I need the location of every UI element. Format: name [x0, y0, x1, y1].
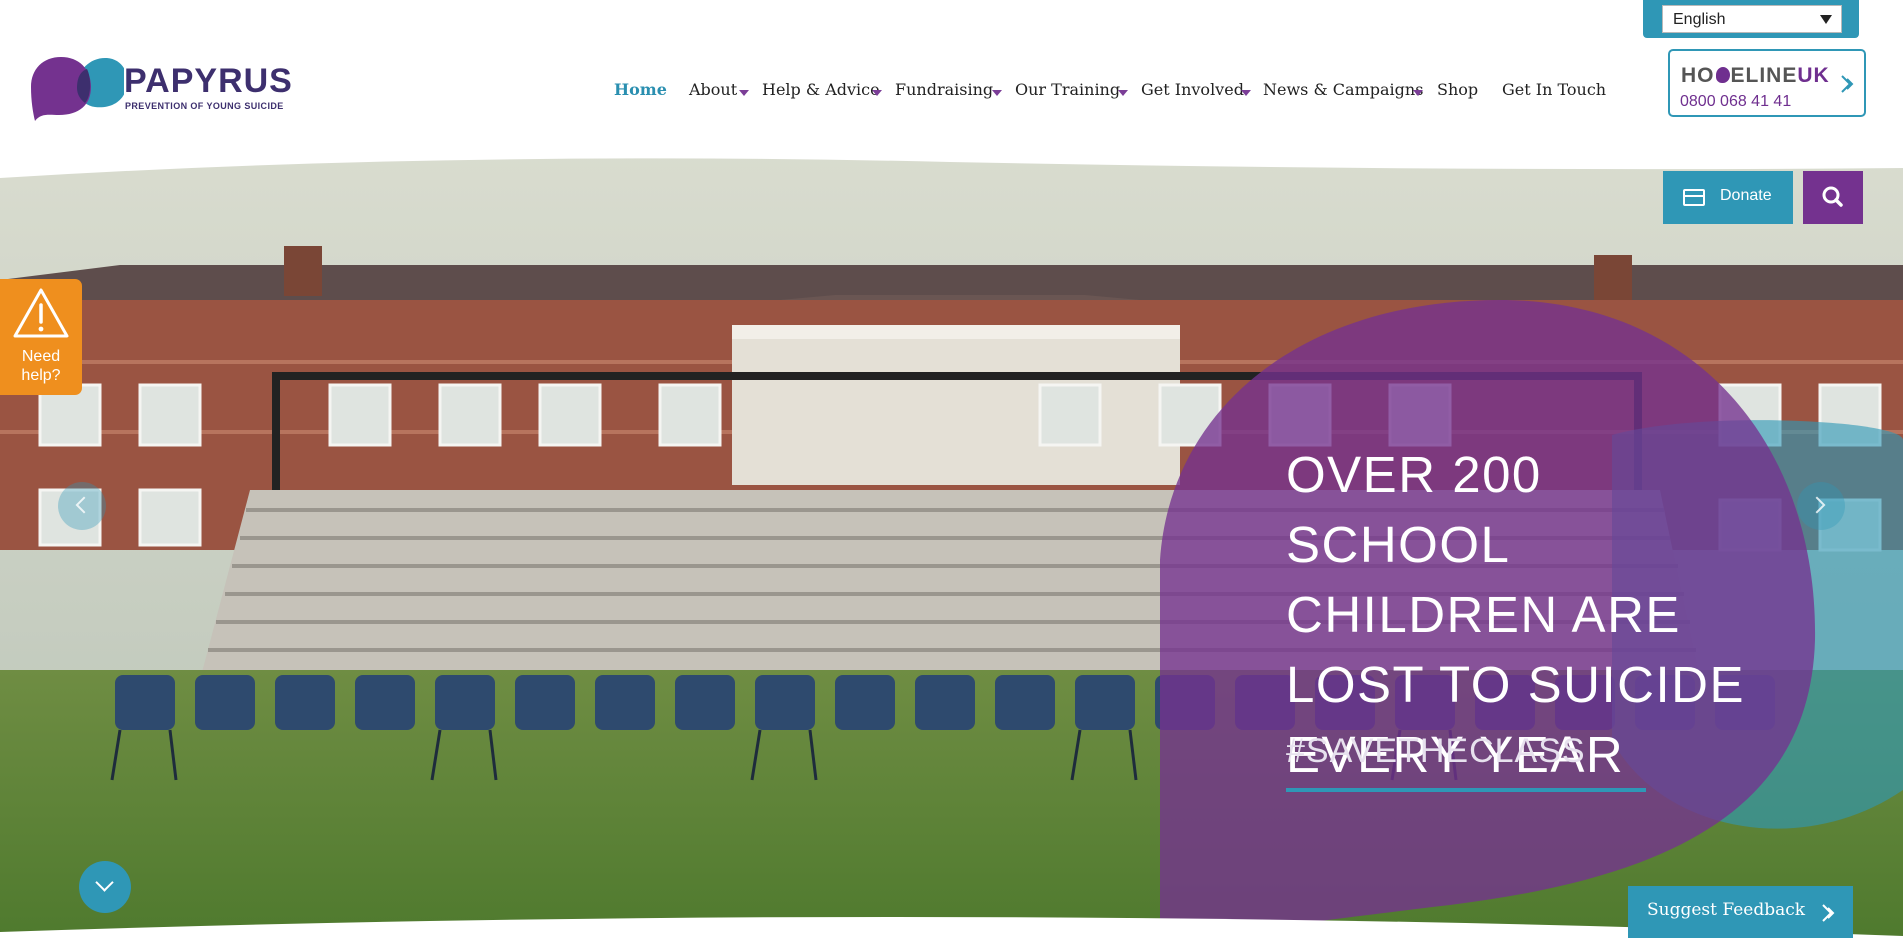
- double-chevron-right-icon: [1841, 75, 1854, 93]
- hopeline-logo-part3: UK: [1797, 64, 1830, 87]
- dropdown-caret-icon: [1820, 15, 1832, 24]
- carousel-prev-button[interactable]: [58, 482, 106, 530]
- need-help-tab[interactable]: Need help?: [0, 279, 82, 395]
- language-bar: English: [1643, 0, 1859, 38]
- nav-item-get-involved[interactable]: Get Involved: [1141, 80, 1244, 99]
- news-campaigns-dropdown-caret-icon[interactable]: [1413, 90, 1423, 96]
- scroll-down-button[interactable]: [79, 861, 131, 913]
- suggest-feedback-label: Suggest Feedback: [1647, 900, 1806, 920]
- nav-item-shop[interactable]: Shop: [1437, 80, 1478, 99]
- double-chevron-right-icon: [1822, 904, 1835, 922]
- need-help-line2: help?: [21, 367, 61, 384]
- hopeline-logo-part2: ELINE: [1730, 64, 1798, 87]
- hopelineuk-logo: HO ELINEUK: [1681, 64, 1830, 88]
- get-involved-dropdown-caret-icon[interactable]: [1241, 90, 1251, 96]
- chevron-left-icon: [75, 496, 93, 514]
- language-select[interactable]: English: [1662, 5, 1842, 33]
- nav-item-home[interactable]: Home: [614, 80, 667, 99]
- nav-item-get-in-touch[interactable]: Get In Touch: [1502, 80, 1606, 99]
- search-button[interactable]: [1803, 171, 1863, 224]
- hopeline-phone-number: 0800 068 41 41: [1680, 93, 1792, 110]
- hero-headline-line-2: CHILDREN ARE: [1286, 586, 1681, 643]
- credit-card-icon: [1683, 189, 1705, 206]
- help-advice-dropdown-caret-icon[interactable]: [872, 90, 882, 96]
- nav-item-fundraising[interactable]: Fundraising: [895, 80, 993, 99]
- need-help-line1: Need: [21, 348, 61, 365]
- warning-triangle-icon: [13, 288, 69, 338]
- suggest-feedback-button[interactable]: Suggest Feedback: [1628, 886, 1853, 938]
- logo-name: PAPYRUS: [124, 62, 293, 100]
- hero-headline-line-3: LOST TO SUICIDE: [1286, 656, 1745, 713]
- chevron-right-icon: [1808, 496, 1826, 514]
- nav-item-news-campaigns[interactable]: News & Campaigns: [1263, 80, 1423, 99]
- nav-item-about[interactable]: About: [689, 80, 737, 99]
- nav-item-help-advice[interactable]: Help & Advice: [762, 80, 880, 99]
- hopelineuk-card[interactable]: HO ELINEUK 0800 068 41 41: [1668, 49, 1866, 117]
- donate-button[interactable]: Donate: [1663, 171, 1793, 224]
- hopeline-speech-icon: [1715, 67, 1730, 83]
- chevron-down-icon: [95, 873, 114, 892]
- donate-label: Donate: [1720, 187, 1772, 204]
- about-dropdown-caret-icon[interactable]: [739, 90, 749, 96]
- search-icon: [1822, 186, 1843, 207]
- language-selected-value: English: [1673, 11, 1726, 28]
- papyrus-logo[interactable]: PAPYRUS PREVENTION OF YOUNG SUICIDE: [29, 55, 292, 125]
- need-help-label: Need help?: [0, 347, 82, 385]
- hopeline-logo-part1: HO: [1681, 64, 1715, 87]
- our-training-dropdown-caret-icon[interactable]: [1118, 90, 1128, 96]
- hero-headline-line-1: OVER 200 SCHOOL: [1286, 446, 1542, 573]
- nav-item-our-training[interactable]: Our Training: [1015, 80, 1120, 99]
- carousel-next-button[interactable]: [1797, 482, 1845, 530]
- hero-underline-divider: [1286, 788, 1646, 792]
- hero-hashtag: #SAVETHECLASS: [1286, 732, 1586, 770]
- speech-bubble-logo-icon: [31, 57, 124, 121]
- fundraising-dropdown-caret-icon[interactable]: [992, 90, 1002, 96]
- logo-tagline: PREVENTION OF YOUNG SUICIDE: [125, 101, 284, 111]
